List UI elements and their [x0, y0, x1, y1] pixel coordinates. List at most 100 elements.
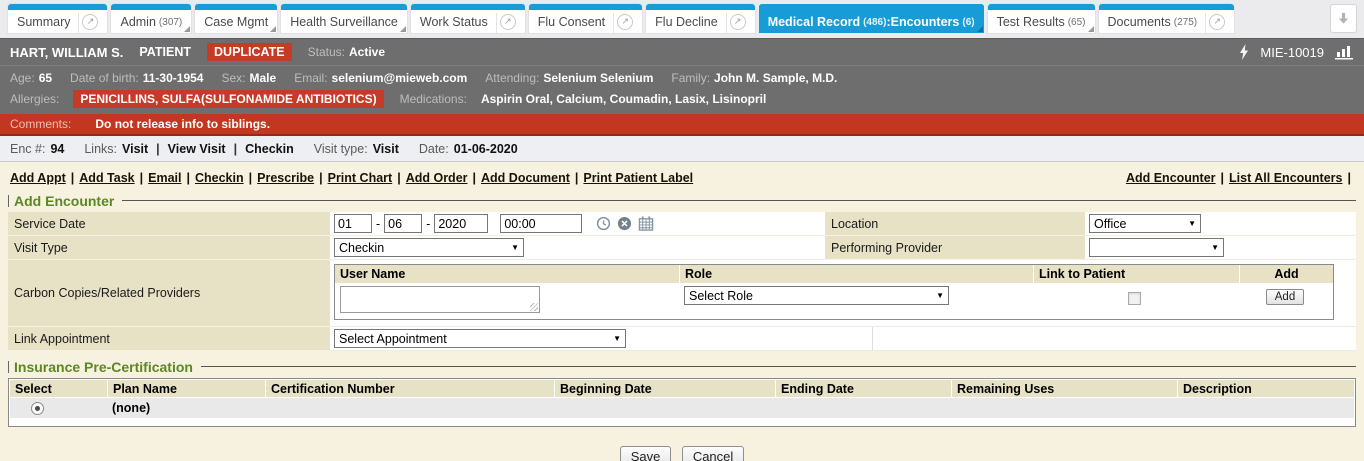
- carbon-copies-label: Carbon Copies/Related Providers: [8, 260, 330, 327]
- tab-documents[interactable]: Documents(275)↗: [1099, 4, 1235, 33]
- sex-label: Sex:: [221, 71, 245, 85]
- tab-label: Work Status: [420, 15, 488, 29]
- email-link[interactable]: Email: [148, 171, 181, 185]
- family-label: Family:: [671, 71, 710, 85]
- role-select[interactable]: Select Role▼: [684, 286, 949, 305]
- tab-flu-consent[interactable]: Flu Consent↗: [529, 4, 642, 33]
- download-tabs-button[interactable]: [1330, 4, 1357, 33]
- popout-icon[interactable]: ↗: [617, 14, 633, 30]
- beginning-date-value: [552, 398, 772, 418]
- remaining-uses-value: [947, 398, 1172, 418]
- add-appt-link[interactable]: Add Appt: [10, 171, 66, 185]
- comments-label: Comments:: [10, 117, 71, 131]
- service-date-year-input[interactable]: [434, 214, 488, 233]
- tab-count: (6): [962, 17, 974, 28]
- location-label: Location: [825, 212, 1085, 236]
- separator: |: [249, 171, 253, 185]
- checkin-link[interactable]: Checkin: [195, 171, 244, 185]
- location-select[interactable]: Office▼: [1089, 214, 1201, 233]
- separator: |: [319, 171, 323, 185]
- precert-none-radio[interactable]: [31, 402, 44, 415]
- tab-label: Admin: [120, 15, 155, 29]
- link-appointment-select[interactable]: Select Appointment▼: [334, 329, 626, 348]
- ending-date-value: [772, 398, 947, 418]
- link-view-visit[interactable]: View Visit: [168, 142, 226, 156]
- user-name-input[interactable]: [340, 286, 540, 313]
- print-patient-label-link[interactable]: Print Patient Label: [583, 171, 693, 185]
- save-button[interactable]: Save: [620, 446, 672, 461]
- link-appointment-label: Link Appointment: [8, 327, 330, 351]
- tab-test-results[interactable]: Test Results(65): [988, 4, 1095, 33]
- popout-icon[interactable]: ↗: [730, 14, 746, 30]
- link-visit[interactable]: Visit: [122, 142, 148, 156]
- insurance-title: Insurance Pre-Certification: [14, 359, 193, 375]
- link-checkin[interactable]: Checkin: [245, 142, 294, 156]
- performing-provider-select[interactable]: ▼: [1089, 238, 1224, 257]
- tab-admin[interactable]: Admin(307): [111, 4, 191, 33]
- calendar-icon[interactable]: [638, 216, 654, 231]
- tab-summary[interactable]: Summary↗: [8, 4, 107, 33]
- service-time-input[interactable]: [500, 214, 582, 233]
- insurance-row-none: (none): [10, 398, 1354, 418]
- add-task-link[interactable]: Add Task: [79, 171, 134, 185]
- lightning-icon: [1238, 44, 1250, 60]
- add-encounter-link[interactable]: Add Encounter: [1126, 171, 1216, 185]
- status-value: Active: [349, 45, 385, 59]
- popout-icon[interactable]: ↗: [82, 14, 98, 30]
- download-arrow-icon: [1336, 11, 1351, 26]
- tab-count: (275): [1174, 17, 1197, 28]
- add-order-link[interactable]: Add Order: [406, 171, 468, 185]
- tab-label: :Encounters: [886, 15, 959, 29]
- fold-icon: [270, 26, 276, 32]
- popout-icon[interactable]: ↗: [500, 14, 516, 30]
- tab-case-mgmt[interactable]: Case Mgmt: [195, 4, 277, 33]
- insurance-table-footer: [10, 418, 1354, 425]
- visit-type-value: Visit: [373, 142, 399, 156]
- tab-count: (65): [1068, 17, 1086, 28]
- cancel-button[interactable]: Cancel: [682, 446, 744, 461]
- clock-icon[interactable]: [596, 216, 611, 231]
- service-date-day-input[interactable]: [384, 214, 422, 233]
- action-links: Add Appt | Add Task | Email | Checkin | Pres…: [10, 171, 1356, 185]
- carbon-copies-table: User Name Role Link to Patient Add Selec…: [334, 264, 1334, 320]
- sex-value: Male: [250, 71, 277, 85]
- tab-flu-decline[interactable]: Flu Decline↗: [646, 4, 755, 33]
- clear-time-icon[interactable]: [617, 216, 632, 231]
- dropdown-arrow-icon: ▼: [936, 291, 944, 300]
- allergies-label: Allergies:: [10, 92, 59, 106]
- legend-divider: [201, 366, 1356, 367]
- allergies-badge[interactable]: PENICILLINS, SULFA(SULFONAMIDE ANTIBIOTI…: [73, 90, 383, 108]
- visit-type-field-label: Visit Type: [8, 236, 330, 260]
- duplicate-badge[interactable]: DUPLICATE: [207, 43, 292, 61]
- popout-icon[interactable]: ↗: [1209, 14, 1225, 30]
- service-date-month-input[interactable]: [334, 214, 372, 233]
- certification-number-value: [264, 398, 552, 418]
- list-all-encounters-link[interactable]: List All Encounters: [1229, 171, 1342, 185]
- tab-medical-record-encounters[interactable]: Medical Record(486):Encounters(6): [759, 4, 984, 33]
- col-beginning-date: Beginning Date: [555, 380, 775, 397]
- separator: |: [140, 171, 144, 185]
- visit-type-row: Visit Type Checkin▼ Performing Provider …: [8, 236, 1356, 260]
- prescribe-link[interactable]: Prescribe: [257, 171, 314, 185]
- col-certification-number: Certification Number: [266, 380, 554, 397]
- col-select: Select: [10, 380, 107, 397]
- add-provider-button[interactable]: Add: [1266, 289, 1304, 305]
- fold-icon: [400, 26, 406, 32]
- tab-health-surveillance[interactable]: Health Surveillance: [281, 4, 407, 33]
- tab-work-status[interactable]: Work Status ↗: [411, 4, 525, 33]
- tab-count: (486): [863, 17, 886, 28]
- insurance-header: Select Plan Name Certification Number Be…: [10, 380, 1354, 397]
- fold-icon: [1088, 26, 1094, 32]
- medications-value: Aspirin Oral, Calcium, Coumadin, Lasix, …: [481, 92, 766, 106]
- links-label: Links:: [84, 142, 117, 156]
- chart-stats-icon[interactable]: [1334, 44, 1354, 60]
- patient-header: HART, WILLIAM S. PATIENT DUPLICATE Statu…: [0, 38, 1364, 66]
- form-footer: Save Cancel: [0, 446, 1364, 461]
- print-chart-link[interactable]: Print Chart: [328, 171, 393, 185]
- add-document-link[interactable]: Add Document: [481, 171, 570, 185]
- separator: |: [473, 171, 477, 185]
- link-to-patient-checkbox[interactable]: [1128, 292, 1141, 305]
- col-remaining-uses: Remaining Uses: [952, 380, 1177, 397]
- medications-label: Medications:: [400, 92, 467, 106]
- visit-type-select[interactable]: Checkin▼: [334, 238, 524, 257]
